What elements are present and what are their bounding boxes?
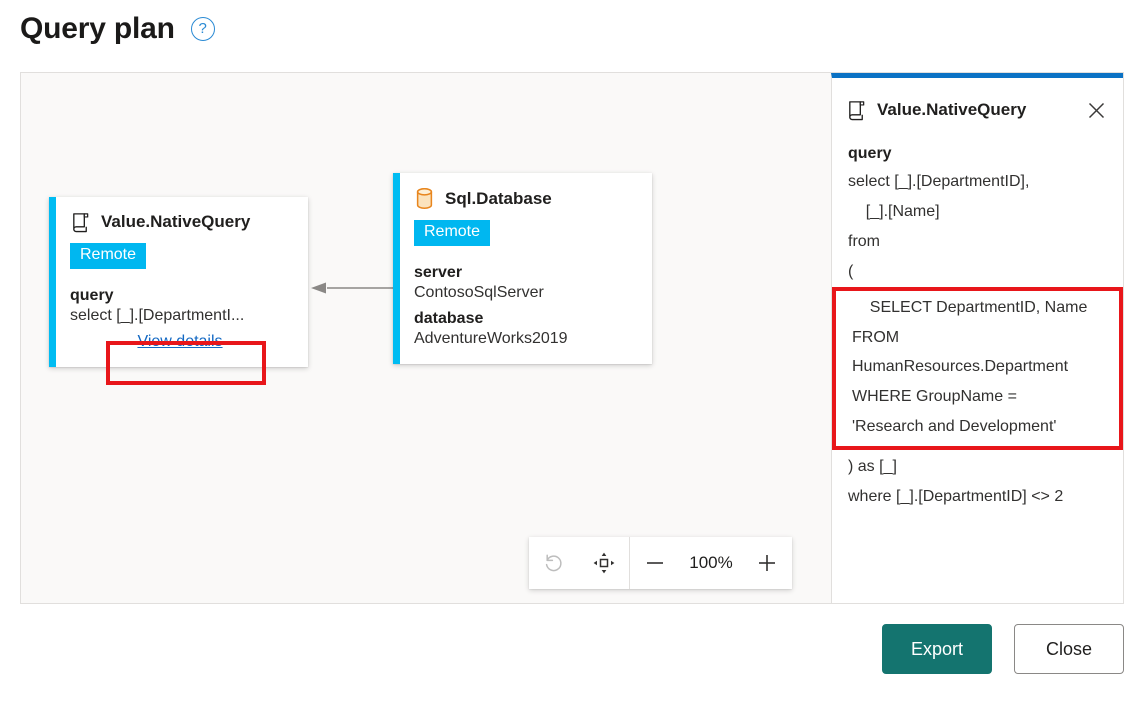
export-button[interactable]: Export — [882, 624, 992, 674]
status-badge: Remote — [414, 220, 490, 246]
status-badge: Remote — [70, 243, 146, 269]
node-sql-database[interactable]: Sql.Database Remote server ContosoSqlSer… — [393, 173, 652, 364]
zoom-toolbar-right-group: 100% — [630, 537, 792, 589]
property-key: query — [70, 287, 290, 305]
node-title: Sql.Database — [445, 189, 552, 209]
zoom-in-button[interactable] — [742, 537, 792, 589]
property-key: database — [414, 310, 634, 328]
sql-text-after: ) as [_] where [_].[DepartmentID] <> 2 — [848, 450, 1107, 512]
reset-rotate-icon[interactable] — [529, 537, 579, 589]
help-circle-icon[interactable]: ? — [191, 17, 215, 41]
view-details-link[interactable]: View details — [137, 333, 222, 350]
property-key: server — [414, 264, 634, 282]
close-button[interactable]: Close — [1014, 624, 1124, 674]
details-panel-body: query select [_].[DepartmentID], [_].[Na… — [832, 123, 1123, 512]
page-title: Query plan — [20, 14, 175, 44]
zoom-toolbar-left-group — [529, 537, 629, 589]
node-title: Value.NativeQuery — [101, 212, 250, 232]
dialog-header: Query plan ? — [20, 14, 215, 44]
fit-to-screen-icon[interactable] — [579, 537, 629, 589]
details-panel-header: Value.NativeQuery — [832, 78, 1123, 123]
scroll-icon — [70, 211, 91, 233]
view-details-wrap: View details — [70, 333, 290, 351]
plan-canvas[interactable]: Value.NativeQuery Remote query select [_… — [21, 73, 831, 603]
sql-text-highlighted: SELECT DepartmentID, Name FROM HumanReso… — [832, 287, 1123, 451]
database-icon — [414, 187, 435, 210]
dialog-footer: Export Close — [882, 624, 1124, 674]
property-value: select [_].[DepartmentI... — [70, 307, 290, 325]
query-plan-dialog: Query plan ? Value.NativeQuery — [0, 0, 1144, 703]
query-plan-shell: Value.NativeQuery Remote query select [_… — [20, 72, 1124, 604]
property-value: AdventureWorks2019 — [414, 330, 634, 348]
close-icon[interactable] — [1083, 97, 1109, 123]
sql-text-before: select [_].[DepartmentID], [_].[Name] fr… — [848, 167, 1107, 287]
node-header: Value.NativeQuery — [70, 211, 290, 233]
details-query-key: query — [848, 145, 1107, 163]
node-header: Sql.Database — [414, 187, 634, 210]
zoom-level-label: 100% — [680, 553, 742, 573]
property-value: ContosoSqlServer — [414, 284, 634, 302]
scroll-icon — [846, 99, 867, 121]
details-panel-title: Value.NativeQuery — [877, 100, 1073, 120]
zoom-toolbar: 100% — [529, 537, 792, 589]
details-panel: Value.NativeQuery query select [_].[Depa… — [831, 73, 1123, 603]
node-value-native-query[interactable]: Value.NativeQuery Remote query select [_… — [49, 197, 308, 367]
zoom-out-button[interactable] — [630, 537, 680, 589]
